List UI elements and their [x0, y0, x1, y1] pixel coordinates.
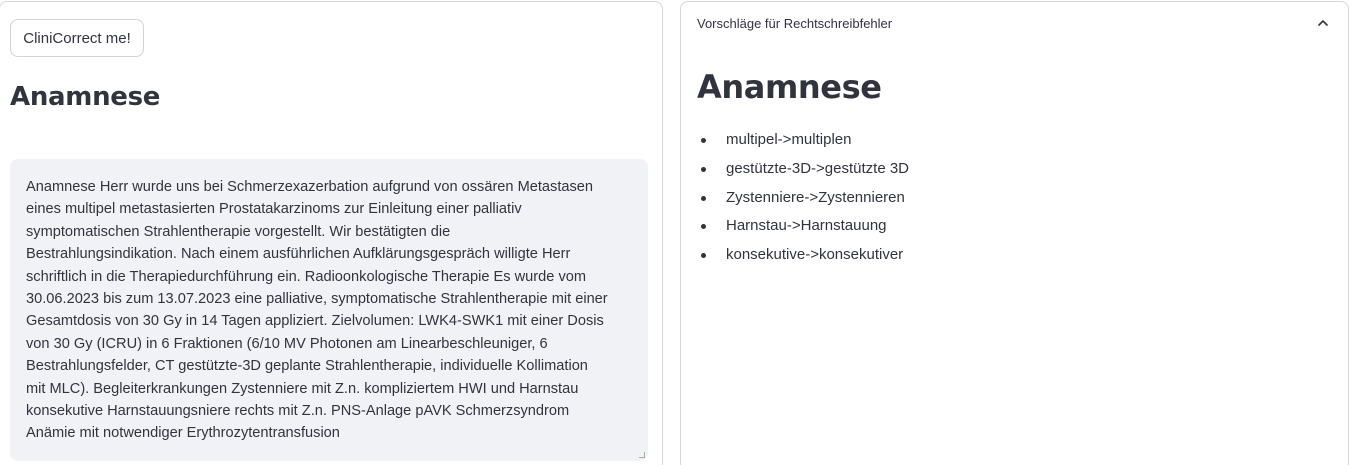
suggestion-text: konsekutive->konsekutiver [726, 246, 904, 264]
suggestion-item: konsekutive->konsekutiver [697, 244, 909, 273]
chevron-up-icon[interactable] [1318, 18, 1328, 28]
suggestion-item: multipel->multiplen [697, 129, 909, 158]
anamnese-text[interactable]: Anamnese Herr wurde uns bei Schmerzexaze… [26, 176, 632, 445]
page-title: Anamnese [10, 82, 161, 112]
suggestion-item: Zystenniere->Zystennieren [697, 187, 909, 216]
left-panel: CliniCorrect me! Anamnese Anamnese Herr … [0, 1, 663, 465]
bullet-icon [701, 253, 706, 259]
bullet-icon [701, 224, 706, 230]
clinicorrect-button[interactable]: CliniCorrect me! [10, 19, 144, 57]
suggestions-title: Anamnese [697, 68, 882, 106]
suggestion-item: Harnstau->Harnstauung [697, 215, 909, 244]
bullet-icon [701, 138, 706, 143]
anamnese-textarea[interactable]: Anamnese Herr wurde uns bei Schmerzexaze… [10, 159, 648, 461]
suggestions-list: multipel->multiplen gestützte-3D->gestüt… [697, 129, 909, 273]
resize-handle-icon[interactable] [639, 452, 645, 458]
expander-header[interactable]: Vorschläge für Rechtschreibfehler [697, 16, 892, 31]
bullet-icon [701, 166, 706, 172]
suggestion-item: gestützte-3D->gestützte 3D [697, 158, 909, 187]
suggestion-text: gestützte-3D->gestützte 3D [726, 159, 910, 177]
suggestion-text: Zystenniere->Zystennieren [726, 188, 905, 206]
suggestions-expander: Vorschläge für Rechtschreibfehler Anamne… [680, 1, 1349, 465]
suggestion-text: Harnstau->Harnstauung [726, 217, 887, 235]
bullet-icon [701, 195, 706, 201]
suggestion-text: multipel->multiplen [726, 131, 852, 148]
